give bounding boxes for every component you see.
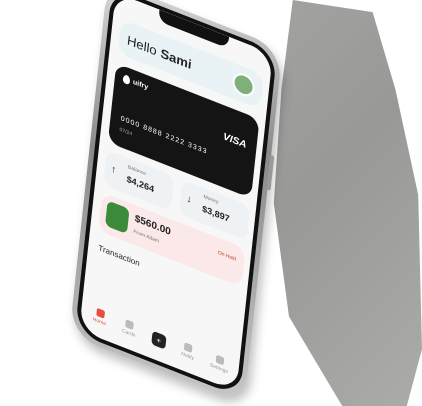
brand-logo-icon bbox=[122, 73, 131, 86]
nav-label: Notify bbox=[180, 351, 195, 362]
parrot-avatar bbox=[104, 200, 130, 235]
nav-notify[interactable]: Notify bbox=[180, 341, 195, 362]
nav-home[interactable]: Home bbox=[92, 307, 107, 328]
bell-icon bbox=[184, 342, 193, 354]
phone-screen: Hello Sami uifry VISA 0000 8888 2222 333… bbox=[79, 0, 273, 392]
nav-cards[interactable]: Cards bbox=[122, 318, 137, 339]
stat-amount: $4,264 bbox=[126, 173, 155, 195]
stat-amount: $3,897 bbox=[201, 203, 231, 224]
nav-label: Cards bbox=[121, 327, 136, 339]
card-brand-label: uifry bbox=[132, 78, 149, 92]
section-title: Transaction bbox=[97, 243, 141, 269]
cards-icon bbox=[125, 319, 135, 331]
home-icon bbox=[95, 307, 105, 319]
gear-icon bbox=[215, 354, 225, 366]
nav-label: Home bbox=[92, 316, 107, 328]
card-number: 0000 8888 2222 3333 bbox=[120, 115, 208, 156]
card-expiry: 07/24 bbox=[119, 126, 133, 138]
side-button bbox=[266, 154, 275, 191]
status-badge: On Hold bbox=[217, 249, 237, 263]
bottom-nav: Home Cards + Notify Settings bbox=[84, 297, 238, 385]
nav-settings[interactable]: Settings bbox=[210, 353, 230, 375]
arrow-down-icon: ↓ bbox=[186, 193, 193, 206]
phone-frame: Hello Sami uifry VISA 0000 8888 2222 333… bbox=[69, 0, 283, 404]
user-name: Sami bbox=[159, 45, 193, 72]
avatar[interactable] bbox=[231, 69, 256, 100]
greeting-text: Hello bbox=[126, 31, 158, 58]
nav-label: Settings bbox=[209, 362, 229, 376]
card-network: VISA bbox=[222, 131, 247, 151]
phone-bezel: Hello Sami uifry VISA 0000 8888 2222 333… bbox=[74, 0, 278, 397]
add-button[interactable]: + bbox=[151, 330, 167, 350]
arrow-up-icon: ↑ bbox=[110, 163, 117, 177]
phone-mockup: Hello Sami uifry VISA 0000 8888 2222 333… bbox=[0, 0, 422, 406]
